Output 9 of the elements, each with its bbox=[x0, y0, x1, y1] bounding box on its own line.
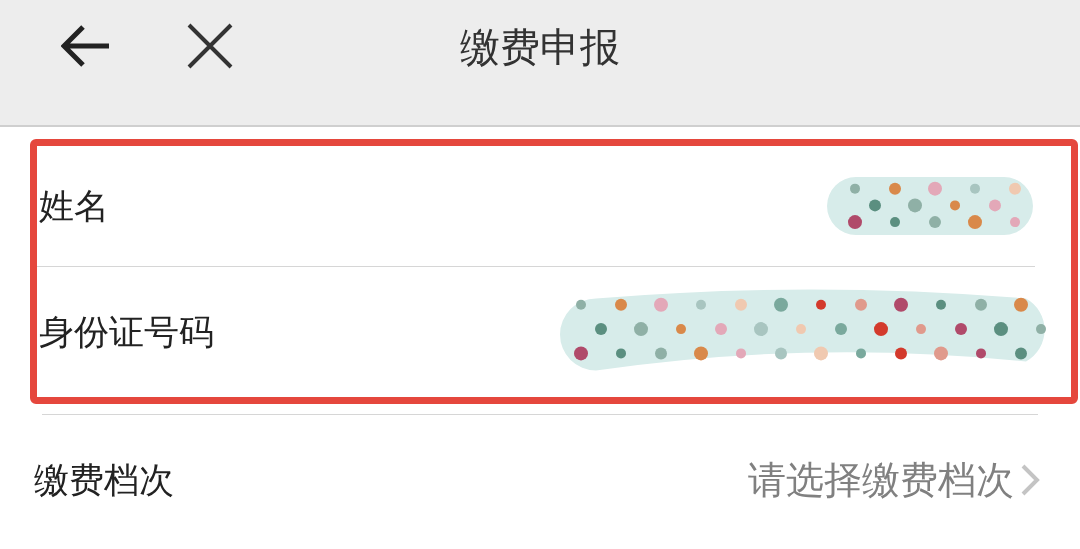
level-select[interactable]: 请选择缴费档次 bbox=[748, 454, 1040, 506]
select-placeholder: 请选择缴费档次 bbox=[748, 456, 1014, 504]
close-icon bbox=[187, 23, 233, 69]
field-label: 姓名 bbox=[38, 184, 109, 228]
back-arrow-icon bbox=[61, 24, 111, 68]
chevron-right-icon bbox=[1020, 463, 1040, 497]
field-label: 缴费档次 bbox=[33, 458, 174, 502]
field-label: 身份证号码 bbox=[38, 310, 214, 354]
page-title: 缴费申报 bbox=[460, 23, 620, 72]
